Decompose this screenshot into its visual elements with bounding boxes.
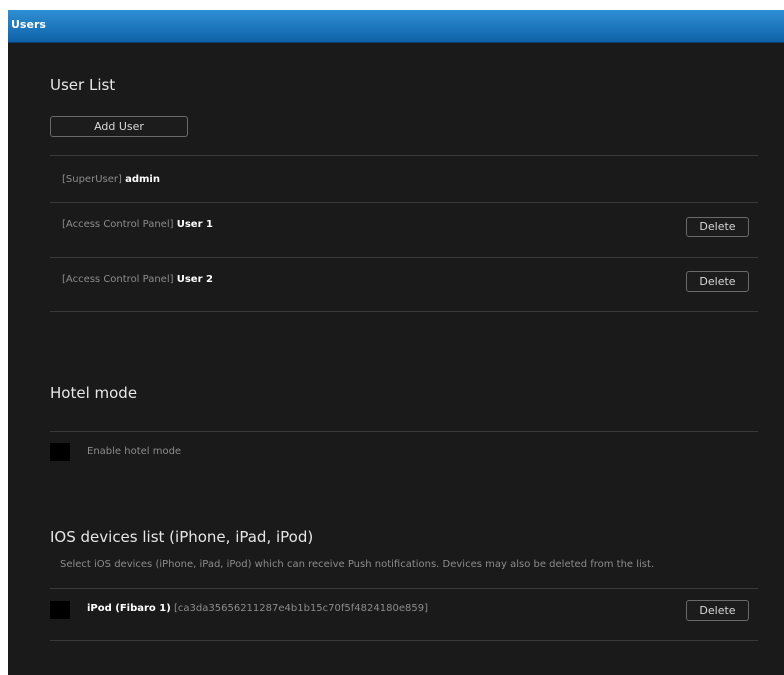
hotel-mode-label: Enable hotel mode [87,446,182,457]
window-title-bar: Users [8,10,784,43]
divider [50,202,758,203]
users-panel: Users User List Add User [SuperUser] adm… [8,10,784,675]
divider [50,257,758,258]
user-role: [Access Control Panel] [62,219,174,230]
user-list-heading: User List [50,76,116,94]
user-row-admin[interactable]: [SuperUser] admin [62,174,160,185]
user-name: User 1 [176,219,213,230]
window-title: Users [11,18,46,31]
divider [50,588,758,589]
ios-devices-heading: IOS devices list (iPhone, iPad, iPod) [50,528,314,546]
device-name: iPod (Fibaro 1) [87,603,171,614]
user-role: [Access Control Panel] [62,274,174,285]
user-row-user-2[interactable]: [Access Control Panel] User 2 [62,274,213,285]
device-id: [ca3da35656211287e4b1b15c70f5f4824180e85… [174,603,428,614]
ios-devices-description: Select iOS devices (iPhone, iPad, iPod) … [60,559,655,570]
hotel-mode-heading: Hotel mode [50,384,138,402]
delete-user-1-button[interactable]: Delete [686,217,749,237]
device-checkbox[interactable] [50,601,70,619]
device-row-ipod: iPod (Fibaro 1) [ca3da35656211287e4b1b15… [87,603,428,614]
divider [50,311,758,312]
user-role: [SuperUser] [62,174,122,185]
user-row-user-1[interactable]: [Access Control Panel] User 1 [62,219,213,230]
divider [50,155,758,156]
hotel-mode-checkbox[interactable] [50,443,70,461]
user-name: admin [125,174,160,185]
divider [50,431,758,432]
user-name: User 2 [176,274,213,285]
delete-user-2-button[interactable]: Delete [686,271,749,292]
add-user-button[interactable]: Add User [50,116,188,137]
divider [50,640,758,641]
delete-device-button[interactable]: Delete [686,600,749,621]
